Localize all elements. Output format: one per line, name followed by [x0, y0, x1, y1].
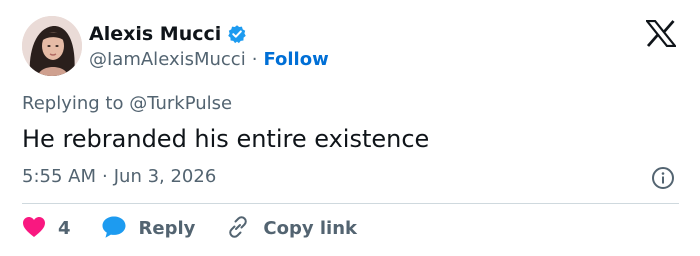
author-handle[interactable]: @IamAlexisMucci — [89, 48, 246, 72]
info-icon[interactable] — [651, 166, 675, 190]
link-icon — [225, 214, 251, 244]
verified-badge-icon — [227, 24, 247, 44]
tweet-card: Alexis Mucci @IamAlexisMucci · Follow Re… — [0, 0, 700, 256]
like-button[interactable]: 4 — [22, 216, 71, 242]
author-name-row: Alexis Mucci — [89, 22, 247, 46]
action-bar: 4 Reply Copy link — [22, 215, 357, 243]
reply-button[interactable]: Reply — [101, 215, 196, 243]
copy-link-label: Copy link — [263, 218, 357, 239]
divider — [22, 203, 679, 204]
timestamp-separator: · — [102, 166, 108, 187]
copy-link-button[interactable]: Copy link — [225, 214, 357, 244]
tweet-time: 5:55 AM — [22, 166, 96, 187]
heart-icon — [22, 216, 46, 242]
replying-to-text[interactable]: Replying to @TurkPulse — [22, 92, 232, 116]
speech-bubble-icon — [101, 215, 127, 243]
follow-button[interactable]: Follow — [263, 48, 328, 72]
author-name[interactable]: Alexis Mucci — [89, 22, 221, 46]
tweet-timestamp[interactable]: 5:55 AM · Jun 3, 2026 — [22, 165, 216, 189]
author-handle-row: @IamAlexisMucci · Follow — [89, 48, 329, 72]
avatar[interactable] — [22, 16, 82, 76]
tweet-date: Jun 3, 2026 — [113, 166, 217, 187]
avatar-image — [22, 16, 82, 76]
reply-label: Reply — [138, 218, 196, 239]
like-count: 4 — [58, 218, 71, 239]
x-logo-icon[interactable] — [644, 19, 678, 48]
handle-separator: · — [251, 49, 258, 70]
tweet-text: He rebranded his entire existence — [22, 125, 430, 153]
